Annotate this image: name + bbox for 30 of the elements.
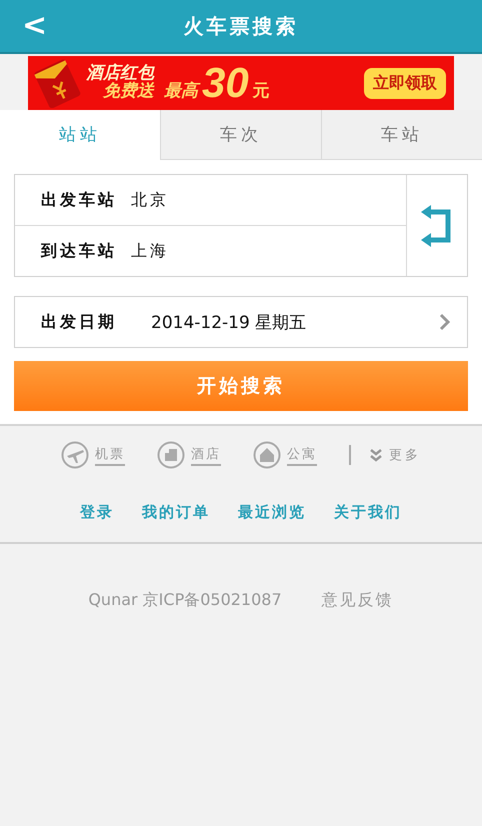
house-icon xyxy=(253,441,281,469)
nav-link[interactable]: 最近浏览 xyxy=(238,502,306,522)
quick-link[interactable]: 酒店 xyxy=(191,444,221,466)
nav-link[interactable]: 登录 xyxy=(80,502,114,522)
banner-text: 最高 xyxy=(164,79,198,102)
feedback-link[interactable]: 意见反馈 xyxy=(322,590,394,611)
date-field[interactable]: 出发日期 2014-12-19 星期五 xyxy=(14,296,468,348)
chevron-right-icon xyxy=(439,313,451,331)
quick-link[interactable]: 机票 xyxy=(95,444,125,466)
double-chevron-down-icon xyxy=(369,448,383,462)
from-station-field[interactable]: 出发车站 北京 xyxy=(15,175,406,225)
nav-link[interactable]: 我的订单 xyxy=(142,502,210,522)
building-icon xyxy=(157,441,185,469)
banner-amount: 30 xyxy=(202,62,249,104)
tab[interactable]: 站站 xyxy=(0,110,160,160)
icp-text: Qunar 京ICP备05021087 xyxy=(88,590,282,611)
promo-banner[interactable]: 酒店红包 免费送 最高30 元 立即领取 xyxy=(28,56,454,110)
banner-text: 免费送 xyxy=(103,83,154,101)
back-button[interactable]: < xyxy=(18,8,52,43)
more-link[interactable]: 更多 xyxy=(389,446,421,464)
search-button[interactable]: 开始搜索 xyxy=(14,361,468,411)
banner-text: 酒店红包 xyxy=(86,65,154,83)
claim-button[interactable]: 立即领取 xyxy=(364,68,446,98)
quick-link[interactable]: 公寓 xyxy=(287,444,317,466)
banner-text: 元 xyxy=(252,80,270,102)
page-title: 火车票搜索 xyxy=(184,12,298,40)
plane-icon xyxy=(61,441,89,469)
tab[interactable]: 车站 xyxy=(321,110,482,160)
tab[interactable]: 车次 xyxy=(160,110,321,160)
nav-link[interactable]: 关于我们 xyxy=(334,502,402,522)
